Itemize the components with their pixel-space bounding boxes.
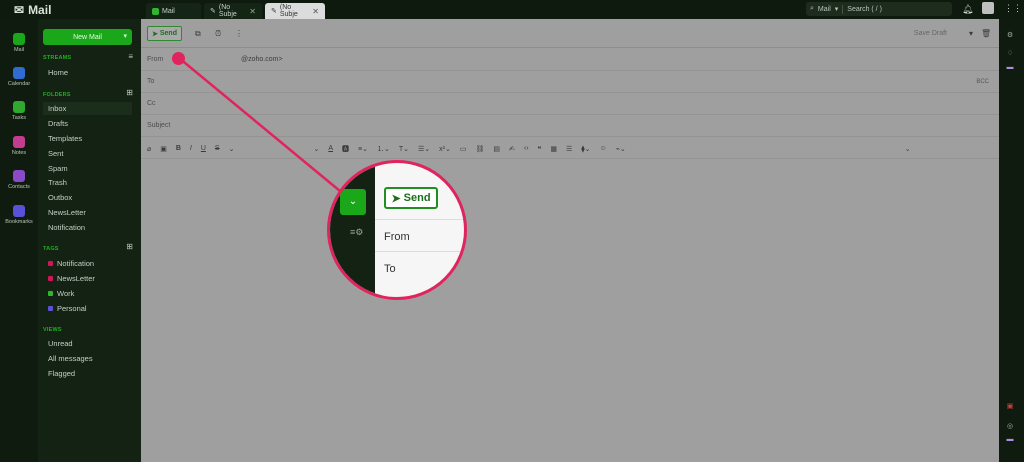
zoom-callout: ⌄ ≡⚙ ➤ Send From To xyxy=(327,160,467,300)
divider xyxy=(375,219,464,220)
mail-app: ✉ Mail Mail ✎ (No Subje ✕ ✎ (No Subje ✕ … xyxy=(0,0,1024,462)
zoom-to-label: To xyxy=(384,263,396,275)
zoom-send-button: ➤ Send xyxy=(384,187,438,209)
chevron-down-icon: ⌄ xyxy=(340,189,366,215)
zoom-from-label: From xyxy=(384,231,410,243)
callout-pin xyxy=(172,52,185,65)
divider xyxy=(375,251,464,252)
streams-settings-icon: ≡⚙ xyxy=(350,227,364,237)
paper-plane-icon: ➤ xyxy=(391,192,401,205)
zoom-send-label: Send xyxy=(403,192,431,204)
callout-leader-line xyxy=(178,57,347,197)
